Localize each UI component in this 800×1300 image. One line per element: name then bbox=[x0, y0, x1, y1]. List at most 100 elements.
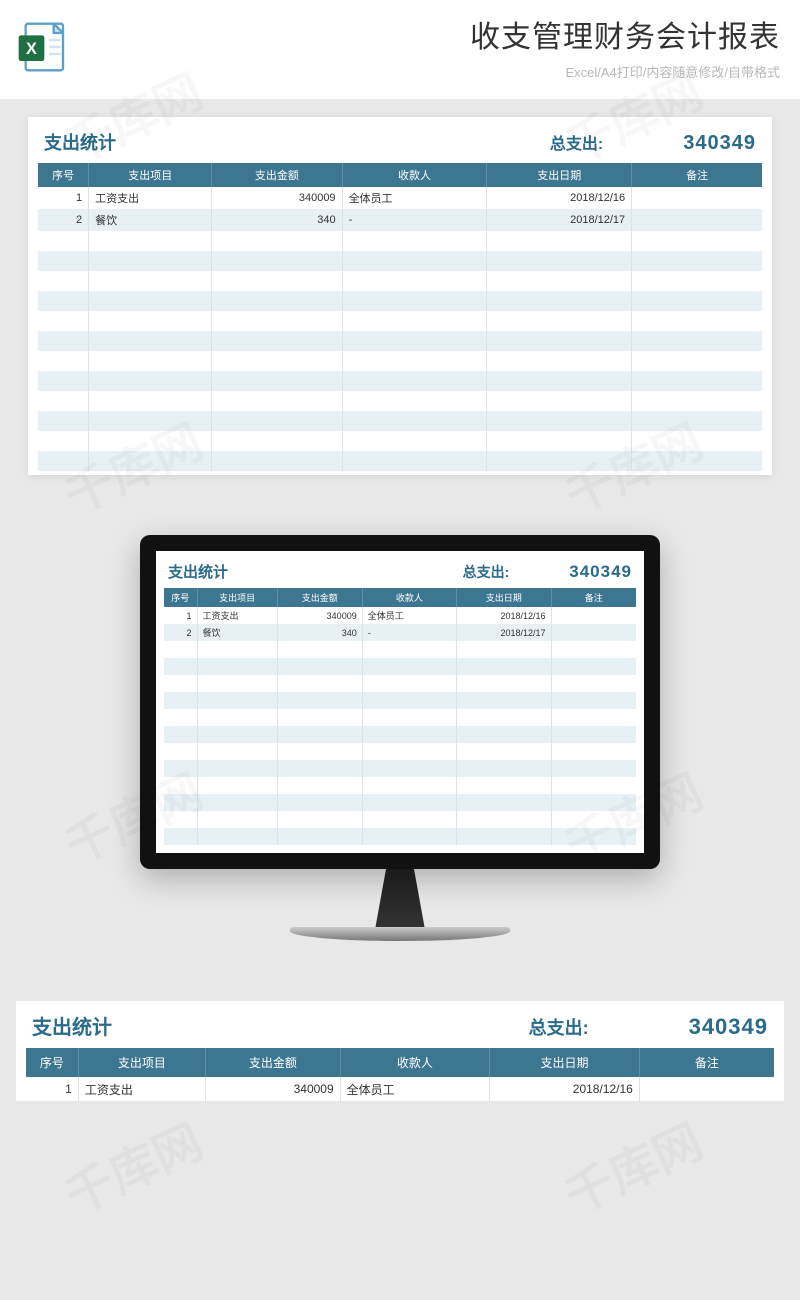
total-expense-value: 340349 bbox=[689, 1014, 768, 1040]
table-row-empty bbox=[164, 743, 636, 760]
col-header-date: 支出日期 bbox=[487, 163, 632, 187]
table-row-empty bbox=[38, 371, 762, 391]
table-row-empty bbox=[164, 760, 636, 777]
total-expense-label: 总支出: bbox=[529, 1014, 589, 1040]
cell-seq: 1 bbox=[38, 187, 89, 209]
table-row-empty bbox=[164, 828, 636, 845]
cell-seq: 1 bbox=[164, 607, 197, 624]
table-row: 1工资支出340009全体员工2018/12/16 bbox=[26, 1077, 774, 1101]
col-header-seq: 序号 bbox=[26, 1048, 78, 1077]
table-row-empty bbox=[164, 675, 636, 692]
total-expense-value: 340349 bbox=[683, 132, 756, 155]
col-header-note: 备注 bbox=[639, 1048, 774, 1077]
table-row: 1工资支出340009全体员工2018/12/16 bbox=[38, 187, 762, 209]
cell-payee: - bbox=[342, 209, 487, 231]
table-row-empty bbox=[164, 726, 636, 743]
sheet-title: 支出统计 bbox=[44, 129, 116, 155]
expense-table: 序号 支出项目 支出金额 收款人 支出日期 备注 1工资支出340009全体员工… bbox=[26, 1048, 774, 1101]
table-row: 1工资支出340009全体员工2018/12/16 bbox=[164, 607, 636, 624]
cell-date: 2018/12/16 bbox=[457, 607, 551, 624]
table-row-empty bbox=[38, 411, 762, 431]
cell-note bbox=[639, 1077, 774, 1101]
table-row-empty bbox=[164, 811, 636, 828]
watermark: 千库网 bbox=[552, 1103, 712, 1227]
cell-date: 2018/12/16 bbox=[487, 187, 632, 209]
sheet-preview-large: 支出统计 总支出: 340349 序号 支出项目 支出金额 收款人 支出日期 备… bbox=[16, 1001, 784, 1101]
cell-date: 2018/12/17 bbox=[457, 624, 551, 641]
col-header-payee: 收款人 bbox=[342, 163, 487, 187]
watermark: 千库网 bbox=[52, 1103, 212, 1227]
cell-payee: - bbox=[362, 624, 456, 641]
col-header-payee: 收款人 bbox=[340, 1048, 490, 1077]
cell-seq: 2 bbox=[38, 209, 89, 231]
col-header-seq: 序号 bbox=[164, 588, 197, 607]
col-header-date: 支出日期 bbox=[490, 1048, 640, 1077]
cell-payee: 全体员工 bbox=[340, 1077, 490, 1101]
cell-item: 餐饮 bbox=[89, 209, 212, 231]
col-header-seq: 序号 bbox=[38, 163, 89, 187]
col-header-amount: 支出金额 bbox=[277, 588, 362, 607]
cell-item: 工资支出 bbox=[78, 1077, 205, 1101]
expense-tbody-1: 1工资支出340009全体员工2018/12/162餐饮340-2018/12/… bbox=[38, 187, 762, 471]
table-row-empty bbox=[38, 291, 762, 311]
table-row-empty bbox=[38, 231, 762, 251]
monitor-bezel: 支出统计 总支出: 340349 序号 支出项目 支出金额 收款人 支出日期 备… bbox=[140, 535, 660, 869]
table-header-row: 序号 支出项目 支出金额 收款人 支出日期 备注 bbox=[38, 163, 762, 187]
page-title: 收支管理财务会计报表 bbox=[84, 12, 780, 56]
monitor-screen: 支出统计 总支出: 340349 序号 支出项目 支出金额 收款人 支出日期 备… bbox=[156, 551, 644, 853]
table-row-empty bbox=[164, 692, 636, 709]
col-header-item: 支出项目 bbox=[78, 1048, 205, 1077]
page-subtitle: Excel/A4打印/内容随意修改/自带格式 bbox=[84, 62, 780, 81]
cell-note bbox=[551, 607, 636, 624]
cell-payee: 全体员工 bbox=[362, 607, 456, 624]
table-row-empty bbox=[164, 658, 636, 675]
cell-note bbox=[551, 624, 636, 641]
page-header: X 收支管理财务会计报表 Excel/A4打印/内容随意修改/自带格式 bbox=[0, 0, 800, 99]
col-header-item: 支出项目 bbox=[89, 163, 212, 187]
cell-amount: 340009 bbox=[206, 1077, 341, 1101]
cell-date: 2018/12/17 bbox=[487, 209, 632, 231]
table-row-empty bbox=[164, 641, 636, 658]
table-row-empty bbox=[38, 271, 762, 291]
cell-amount: 340 bbox=[277, 624, 362, 641]
excel-icon: X bbox=[14, 19, 70, 75]
cell-note bbox=[632, 187, 762, 209]
col-header-payee: 收款人 bbox=[362, 588, 456, 607]
col-header-note: 备注 bbox=[632, 163, 762, 187]
monitor-stand-base bbox=[290, 927, 510, 941]
cell-amount: 340009 bbox=[277, 607, 362, 624]
svg-text:X: X bbox=[26, 40, 37, 58]
cell-item: 餐饮 bbox=[197, 624, 277, 641]
table-row-empty bbox=[38, 251, 762, 271]
table-row: 2餐饮340-2018/12/17 bbox=[38, 209, 762, 231]
expense-tbody-2: 1工资支出340009全体员工2018/12/162餐饮340-2018/12/… bbox=[164, 607, 636, 845]
total-expense-value: 340349 bbox=[569, 562, 632, 582]
table-row: 2餐饮340-2018/12/17 bbox=[164, 624, 636, 641]
col-header-date: 支出日期 bbox=[457, 588, 551, 607]
col-header-note: 备注 bbox=[551, 588, 636, 607]
sheet-preview-card: 支出统计 总支出: 340349 序号 支出项目 支出金额 收款人 支出日期 备… bbox=[28, 117, 772, 475]
cell-payee: 全体员工 bbox=[342, 187, 487, 209]
expense-table: 序号 支出项目 支出金额 收款人 支出日期 备注 1工资支出340009全体员工… bbox=[38, 163, 762, 471]
col-header-item: 支出项目 bbox=[197, 588, 277, 607]
cell-item: 工资支出 bbox=[197, 607, 277, 624]
monitor-mockup: 支出统计 总支出: 340349 序号 支出项目 支出金额 收款人 支出日期 备… bbox=[140, 535, 660, 941]
table-row-empty bbox=[38, 451, 762, 471]
col-header-amount: 支出金额 bbox=[206, 1048, 341, 1077]
expense-tbody-3: 1工资支出340009全体员工2018/12/16 bbox=[26, 1077, 774, 1101]
cell-item: 工资支出 bbox=[89, 187, 212, 209]
table-header-row: 序号 支出项目 支出金额 收款人 支出日期 备注 bbox=[164, 588, 636, 607]
cell-seq: 1 bbox=[26, 1077, 78, 1101]
table-header-row: 序号 支出项目 支出金额 收款人 支出日期 备注 bbox=[26, 1048, 774, 1077]
table-row-empty bbox=[164, 794, 636, 811]
monitor-stand-neck bbox=[365, 869, 435, 927]
cell-seq: 2 bbox=[164, 624, 197, 641]
cell-note bbox=[632, 209, 762, 231]
sheet-title: 支出统计 bbox=[168, 561, 228, 582]
total-expense-label: 总支出: bbox=[463, 562, 510, 582]
table-row-empty bbox=[164, 777, 636, 794]
expense-table: 序号 支出项目 支出金额 收款人 支出日期 备注 1工资支出340009全体员工… bbox=[164, 588, 636, 845]
cell-date: 2018/12/16 bbox=[490, 1077, 640, 1101]
cell-amount: 340 bbox=[212, 209, 342, 231]
cell-amount: 340009 bbox=[212, 187, 342, 209]
